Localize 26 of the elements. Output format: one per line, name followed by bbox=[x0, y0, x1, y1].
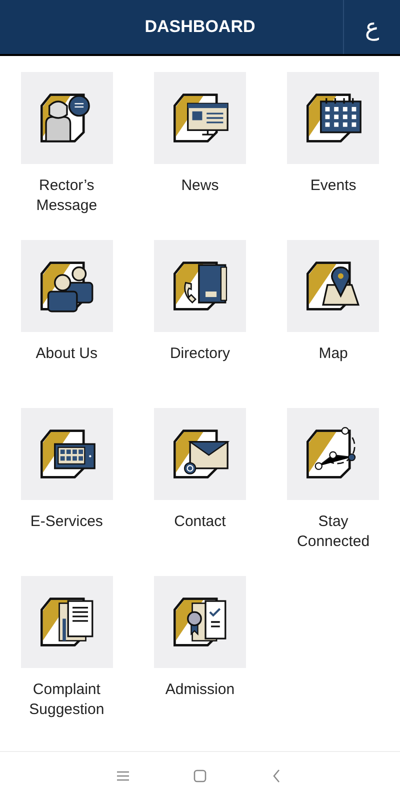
dashboard-tile[interactable] bbox=[20, 240, 113, 332]
tile-label[interactable]: Stay Connected bbox=[287, 512, 380, 552]
tile-label[interactable]: Rector’s Message bbox=[20, 176, 113, 216]
dashboard-tile[interactable] bbox=[154, 240, 246, 332]
tile-label[interactable]: Complaint Suggestion bbox=[20, 680, 113, 720]
tile-label[interactable]: Directory bbox=[154, 344, 246, 364]
tile-label[interactable]: Map bbox=[287, 344, 380, 364]
dashboard-tile[interactable] bbox=[20, 408, 113, 500]
tile-label[interactable]: News bbox=[154, 176, 246, 196]
dashboard-tile[interactable] bbox=[154, 72, 246, 164]
dashboard-tile[interactable] bbox=[20, 72, 113, 164]
dashboard-tile[interactable] bbox=[287, 408, 380, 500]
dashboard-tile[interactable] bbox=[154, 408, 246, 500]
tile-label[interactable]: Admission bbox=[154, 680, 246, 700]
menu-icon[interactable] bbox=[116, 769, 130, 783]
dashboard-tile[interactable] bbox=[287, 72, 380, 164]
dashboard-tile[interactable] bbox=[20, 576, 113, 668]
tile-label[interactable]: Events bbox=[287, 176, 380, 196]
dashboard-tile[interactable] bbox=[287, 240, 380, 332]
language-button[interactable]: ع bbox=[343, 0, 400, 54]
home-icon[interactable] bbox=[192, 769, 207, 783]
tile-label[interactable]: Contact bbox=[154, 512, 246, 532]
tile-label[interactable]: About Us bbox=[20, 344, 113, 364]
header-title: DASHBOARD bbox=[144, 17, 256, 37]
dashboard-tile[interactable] bbox=[154, 576, 246, 668]
tile-label[interactable]: E-Services bbox=[20, 512, 113, 532]
